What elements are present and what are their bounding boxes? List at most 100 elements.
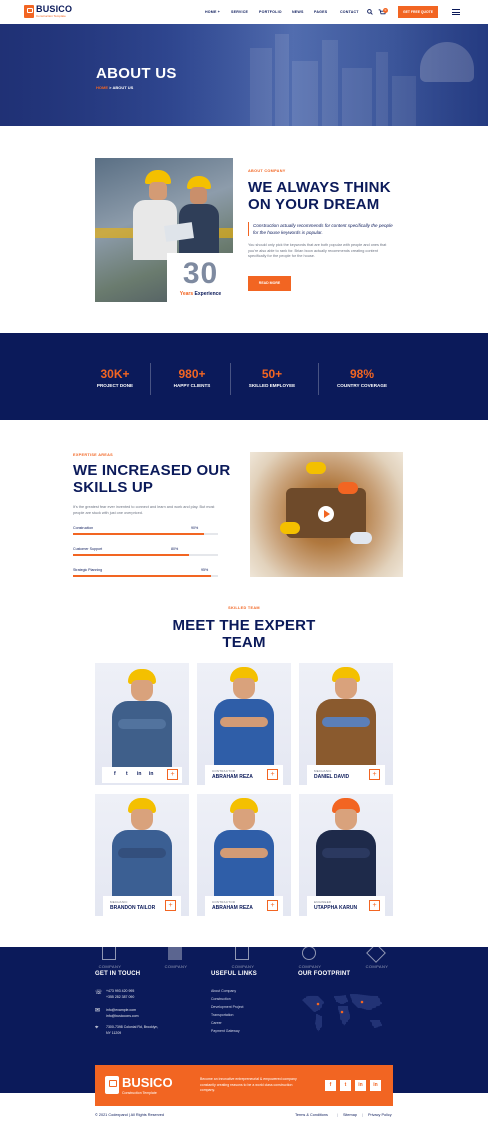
skill-percent: 80% (171, 547, 179, 551)
email-address[interactable]: info@example.com (106, 1008, 136, 1012)
nav-contact[interactable]: CONTACT (340, 10, 359, 14)
skill-label: Strategic Planning (73, 568, 103, 572)
team-heading: MEET THE EXPERT TEAM (172, 617, 316, 651)
footer-link[interactable]: Development Project (211, 1005, 244, 1009)
skill-percent: 95% (201, 568, 209, 572)
quote-accent (248, 222, 249, 236)
member-name[interactable]: UTAPPHA KARUN (314, 905, 357, 911)
logo-subtitle: Construction Template (36, 14, 66, 18)
nav-news[interactable]: NEWS (292, 10, 304, 14)
plus-button[interactable]: + (167, 769, 178, 780)
cta-logo-subtitle: Construction Template (122, 1091, 157, 1095)
nav-home[interactable]: HOME + (205, 10, 220, 14)
linkedin-icon[interactable]: in (149, 771, 153, 777)
menu-icon[interactable] (452, 9, 460, 17)
phone-number[interactable]: +355 282 387 090 (106, 995, 134, 999)
footer-link[interactable]: Construction (211, 997, 231, 1001)
instagram-icon[interactable]: in (137, 771, 141, 777)
plus-button[interactable]: + (165, 900, 176, 911)
phone-icon: ☏ (95, 990, 103, 996)
member-name[interactable]: DANIEL DAVID (314, 774, 349, 780)
skill-bar (73, 554, 218, 556)
stat-value: 50+ (261, 367, 283, 381)
breadcrumb-current: ABOUT US (112, 85, 134, 90)
skill-bar (73, 575, 218, 577)
breadcrumb: HOME > ABOUT US (96, 85, 133, 90)
read-more-button[interactable]: READ MORE (248, 276, 291, 291)
skill-label: Customer Support (73, 547, 103, 551)
member-name[interactable]: BRANDON TAILOR (110, 905, 155, 911)
member-name[interactable]: ABRAHAM REZA (212, 774, 253, 780)
stat-label: HAPPY CLIENTS (173, 383, 211, 388)
team-card[interactable]: MECHANIC DANIEL DAVID + (299, 663, 393, 785)
nav-pages[interactable]: PAGES (314, 10, 327, 14)
years-number: 30 (182, 257, 219, 290)
brand-logo: COMPANY (293, 946, 327, 974)
terms-link[interactable]: Terms & Conditions (295, 1113, 328, 1117)
stat-value: 30K+ (100, 367, 130, 381)
twitter-icon[interactable]: t (340, 1080, 351, 1091)
phone-number[interactable]: +473 993 420 995 (106, 989, 134, 993)
search-icon[interactable] (367, 9, 373, 15)
about-quote: Construction actually recommends for con… (253, 223, 393, 235)
brand-logo: COMPANY (159, 946, 193, 974)
breadcrumb-home[interactable]: HOME (96, 85, 108, 90)
facebook-icon[interactable]: f (114, 771, 116, 777)
world-map-image (302, 994, 382, 1032)
twitter-icon[interactable]: t (126, 771, 128, 777)
plus-button[interactable]: + (369, 900, 380, 911)
email-icon: ✉ (95, 1008, 101, 1014)
sitemap-link[interactable]: Sitemap (343, 1113, 357, 1117)
privacy-link[interactable]: Privacy Policy (368, 1113, 392, 1117)
member-role: MECHANIC (110, 900, 128, 904)
stat-label: COUNTRY COVERAGE (336, 383, 388, 388)
skills-body: It's the greatest fear ever invented to … (73, 505, 215, 515)
about-heading: WE ALWAYS THINK ON YOUR DREAM (248, 179, 391, 213)
about-body: You should only pick the keywords that a… (248, 243, 387, 259)
footer-link[interactable]: Career (211, 1021, 222, 1025)
nav-service[interactable]: SERVICE (231, 10, 248, 14)
instagram-icon[interactable]: in (355, 1080, 366, 1091)
footer-link[interactable]: About Company (211, 989, 236, 993)
useful-links-heading: USEFUL LINKS (211, 971, 257, 977)
member-role: MECHANIC (314, 769, 332, 773)
footer-link[interactable]: Payment Gateway (211, 1029, 240, 1033)
get-free-quote-button[interactable]: GET FREE QUOTE (398, 6, 438, 18)
brand-logo: COMPANY (360, 943, 394, 974)
member-name[interactable]: ABRAHAM REZA (212, 905, 253, 911)
cart-count-badge: 0 (383, 8, 388, 13)
get-in-touch-heading: GET IN TOUCH (95, 971, 141, 977)
footer-cta-banner: BUSICO Construction Template Become an i… (95, 1065, 393, 1106)
plus-button[interactable]: + (267, 769, 278, 780)
stat-value: 980+ (178, 367, 206, 381)
plus-button[interactable]: + (267, 900, 278, 911)
years-label: Years Experience (179, 291, 222, 297)
address-line: NY 11209 (106, 1031, 122, 1035)
cta-logo-text[interactable]: BUSICO (122, 1075, 173, 1090)
team-card[interactable]: MECHANIC BRANDON TAILOR + (95, 794, 189, 916)
plus-button[interactable]: + (369, 769, 380, 780)
skills-heading: WE INCREASED OUR SKILLS UP (73, 462, 231, 496)
team-card[interactable]: CONTRACTOR ABRAHAM REZA + (197, 794, 291, 916)
team-card[interactable]: ENGINEER UTAPPHA KARUN + (299, 794, 393, 916)
our-footprint-heading: OUR FOOTPRINT (298, 971, 351, 977)
site-header: BUSICO Construction Template HOME + SERV… (0, 0, 488, 24)
member-role: CONTRACTOR (212, 900, 236, 904)
team-card[interactable]: CONTRACTOR ABRAHAM REZA + (197, 663, 291, 785)
team-social-row: f t in in + (102, 767, 182, 783)
linkedin-icon[interactable]: in (370, 1080, 381, 1091)
about-tag: ABOUT COMPANY (248, 169, 286, 173)
email-address[interactable]: info@busicoons.com (106, 1014, 139, 1018)
location-icon: ⌖ (95, 1025, 99, 1031)
team-tag: SKILLED TEAM (228, 606, 260, 610)
logo-text[interactable]: BUSICO (36, 4, 72, 14)
skill-label: Construction (73, 526, 94, 530)
facebook-icon[interactable]: f (325, 1080, 336, 1091)
footer-link[interactable]: Transportation (211, 1013, 233, 1017)
logo-icon[interactable] (105, 1076, 119, 1094)
play-video-button[interactable] (318, 506, 334, 522)
member-role: CONTRACTOR (212, 769, 236, 773)
nav-portfolio[interactable]: PORTFOLIO (259, 10, 282, 14)
skill-bar (73, 533, 218, 535)
logo-icon[interactable] (24, 5, 34, 18)
